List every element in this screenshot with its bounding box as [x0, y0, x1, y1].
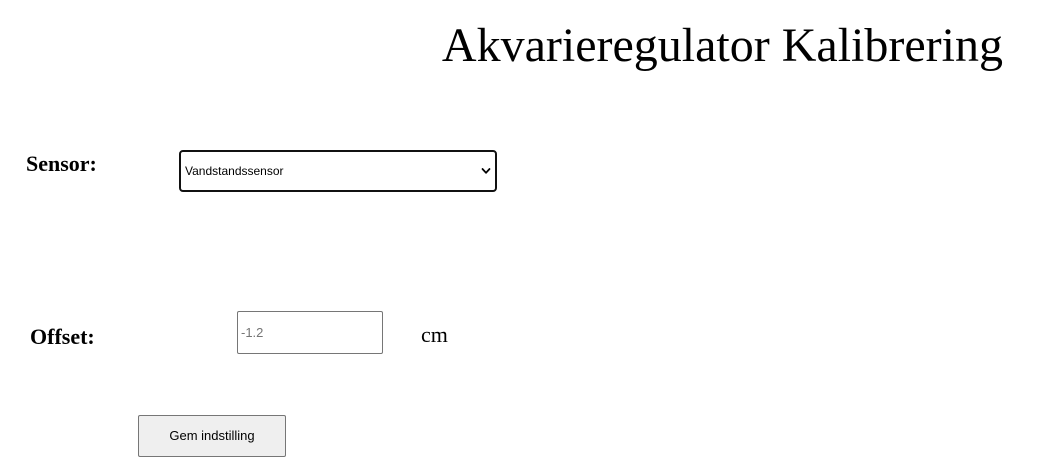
sensor-select-value: Vandstandssensor	[185, 164, 284, 178]
calibration-page: Akvarieregulator Kalibrering Sensor: Van…	[0, 0, 1049, 472]
offset-input[interactable]: -1.2	[237, 311, 383, 354]
chevron-down-icon	[481, 168, 491, 174]
save-setting-button[interactable]: Gem indstilling	[138, 415, 286, 457]
offset-input-placeholder: -1.2	[241, 325, 264, 340]
page-title: Akvarieregulator Kalibrering	[441, 19, 1003, 72]
sensor-select[interactable]: Vandstandssensor	[179, 150, 497, 192]
offset-label: Offset:	[30, 324, 95, 349]
sensor-label: Sensor:	[26, 151, 97, 176]
offset-unit: cm	[421, 322, 448, 347]
